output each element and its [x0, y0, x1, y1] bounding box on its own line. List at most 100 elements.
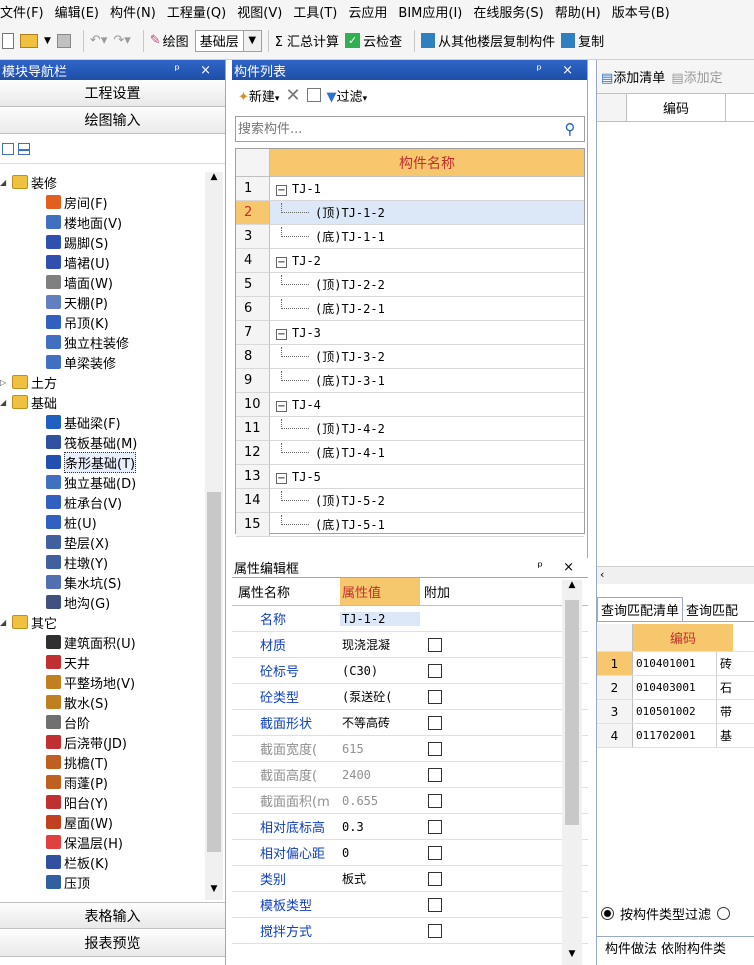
- add-quota-button[interactable]: ▤添加定: [671, 67, 722, 86]
- scroll-thumb[interactable]: [565, 600, 579, 825]
- checkbox[interactable]: [428, 845, 442, 860]
- menu-item[interactable]: 帮助(H): [555, 2, 601, 21]
- chevron-down-icon[interactable]: ◢: [0, 618, 12, 627]
- menu-item[interactable]: 视图(V): [237, 2, 282, 21]
- property-row[interactable]: 相对底标高 0.3: [232, 814, 588, 840]
- property-row[interactable]: 截面高度(2400: [232, 762, 588, 788]
- project-settings-button[interactable]: 工程设置: [0, 80, 225, 107]
- scroll-down-icon[interactable]: ▼: [562, 949, 582, 965]
- tree-item[interactable]: 栏板(K): [0, 852, 205, 872]
- comp-pin-close[interactable]: ᵖ ×: [536, 63, 587, 78]
- match-row[interactable]: 2 010403001 石: [597, 676, 754, 700]
- match-row[interactable]: 4 011702001 基: [597, 724, 754, 748]
- tab-attached-component[interactable]: 依附构件类: [657, 938, 726, 957]
- property-value[interactable]: 2400: [340, 768, 420, 782]
- property-row[interactable]: 截面形状 不等高砖: [232, 710, 588, 736]
- table-input-button[interactable]: 表格输入: [0, 902, 225, 929]
- menu-item[interactable]: 编辑(E): [55, 2, 99, 21]
- open-folder-icon[interactable]: [20, 33, 38, 48]
- tree-item[interactable]: 吊顶(K): [0, 312, 205, 332]
- copy-button[interactable]: 复制: [561, 31, 604, 50]
- nav-pin-close[interactable]: ᵖ ×: [174, 63, 225, 78]
- tree-item[interactable]: 天棚(P): [0, 292, 205, 312]
- table-row[interactable]: 8 (顶)TJ-3-2: [236, 345, 584, 369]
- filter-button[interactable]: ▼过滤▾: [327, 86, 368, 105]
- property-row[interactable]: 搅拌方式: [232, 918, 588, 944]
- table-row[interactable]: 10− TJ-4: [236, 393, 584, 417]
- table-row[interactable]: 7− TJ-3: [236, 321, 584, 345]
- copy-component-icon[interactable]: [306, 88, 321, 102]
- property-value[interactable]: 0: [340, 846, 420, 860]
- tree-item[interactable]: 垫层(X): [0, 532, 205, 552]
- dropdown-arrow-icon[interactable]: ▼: [44, 36, 51, 46]
- property-value[interactable]: 0.655: [340, 794, 420, 808]
- property-row[interactable]: 材质 现浇混凝: [232, 632, 588, 658]
- match-row[interactable]: 3 010501002 带: [597, 700, 754, 724]
- checkbox[interactable]: [428, 689, 442, 704]
- property-row[interactable]: 名称 TJ-1-2: [232, 606, 588, 632]
- redo-icon[interactable]: ↷▾: [113, 33, 130, 48]
- tree-item[interactable]: 地沟(G): [0, 592, 205, 612]
- prop-scrollbar[interactable]: ▲ ▼: [562, 580, 582, 965]
- tree-item[interactable]: 挑檐(T): [0, 752, 205, 772]
- tree-item[interactable]: 天井: [0, 652, 205, 672]
- tree-item[interactable]: 楼地面(V): [0, 212, 205, 232]
- menu-item[interactable]: BIM应用(I): [398, 2, 462, 21]
- table-row[interactable]: 11 (顶)TJ-4-2: [236, 417, 584, 441]
- table-row[interactable]: 5 (顶)TJ-2-2: [236, 273, 584, 297]
- tree-item[interactable]: 房间(F): [0, 192, 205, 212]
- table-row[interactable]: 3 (底)TJ-1-1: [236, 225, 584, 249]
- tree-item[interactable]: 桩承台(V): [0, 492, 205, 512]
- floor-select[interactable]: 基础层: [194, 29, 244, 52]
- property-value[interactable]: 615: [340, 742, 420, 756]
- tree-item[interactable]: 独立柱装修: [0, 332, 205, 352]
- property-row[interactable]: 截面面积(m 0.655: [232, 788, 588, 814]
- tree-item[interactable]: 墙裙(U): [0, 252, 205, 272]
- floor-select-dropdown-icon[interactable]: ▼: [243, 29, 262, 52]
- menu-item[interactable]: 工具(T): [293, 2, 337, 21]
- table-row[interactable]: 9 (底)TJ-3-1: [236, 369, 584, 393]
- checkbox[interactable]: [428, 767, 442, 782]
- sum-calc-button[interactable]: Σ 汇总计算: [275, 31, 339, 50]
- search-input[interactable]: [236, 118, 556, 140]
- menu-item[interactable]: 构件(N): [110, 2, 156, 21]
- new-file-icon[interactable]: [2, 32, 14, 49]
- table-row[interactable]: 14 (顶)TJ-5-2: [236, 489, 584, 513]
- chevron-right-icon[interactable]: ▷: [0, 378, 12, 387]
- checkbox[interactable]: [428, 871, 442, 886]
- collapse-icon[interactable]: −: [276, 472, 287, 484]
- checkbox[interactable]: [428, 897, 442, 912]
- tree-item[interactable]: 桩(U): [0, 512, 205, 532]
- property-value[interactable]: 板式: [340, 870, 420, 887]
- chevron-down-icon[interactable]: ◢: [0, 178, 12, 187]
- tab-match-quota[interactable]: 查询匹配: [683, 598, 741, 621]
- table-row[interactable]: 6 (底)TJ-2-1: [236, 297, 584, 321]
- save-icon[interactable]: [56, 33, 71, 48]
- table-row[interactable]: 4− TJ-2: [236, 249, 584, 273]
- collapse-icon[interactable]: −: [276, 256, 287, 268]
- scroll-thumb[interactable]: [207, 492, 221, 852]
- tree-folder[interactable]: ◢ 基础: [0, 392, 205, 412]
- filter-radio[interactable]: 按构件类型过滤: [601, 904, 731, 923]
- tab-component-method[interactable]: 构件做法: [597, 938, 657, 957]
- property-row[interactable]: 模板类型: [232, 892, 588, 918]
- draw-input-button[interactable]: 绘图输入: [0, 107, 225, 134]
- property-value[interactable]: 现浇混凝: [340, 636, 420, 653]
- scroll-up-icon[interactable]: ▲: [205, 172, 223, 188]
- tree-item[interactable]: 屋面(W): [0, 812, 205, 832]
- property-row[interactable]: 相对偏心距 0: [232, 840, 588, 866]
- property-row[interactable]: 类别 板式: [232, 866, 588, 892]
- tree-folder[interactable]: ◢ 其它: [0, 612, 205, 632]
- expand-all-icon[interactable]: [2, 142, 14, 155]
- tree-folder[interactable]: ◢ 装修: [0, 172, 205, 192]
- menu-item[interactable]: 文件(F): [0, 2, 44, 21]
- tree-item[interactable]: 阳台(Y): [0, 792, 205, 812]
- collapse-icon[interactable]: −: [276, 328, 287, 340]
- component-name-header[interactable]: 构件名称: [270, 149, 584, 176]
- scroll-up-icon[interactable]: ▲: [562, 580, 582, 596]
- radio-selected-icon[interactable]: [601, 907, 614, 920]
- collapse-all-icon[interactable]: [18, 142, 30, 155]
- checkbox[interactable]: [428, 923, 442, 938]
- tree-item[interactable]: 散水(S): [0, 692, 205, 712]
- tree-item[interactable]: 基础梁(F): [0, 412, 205, 432]
